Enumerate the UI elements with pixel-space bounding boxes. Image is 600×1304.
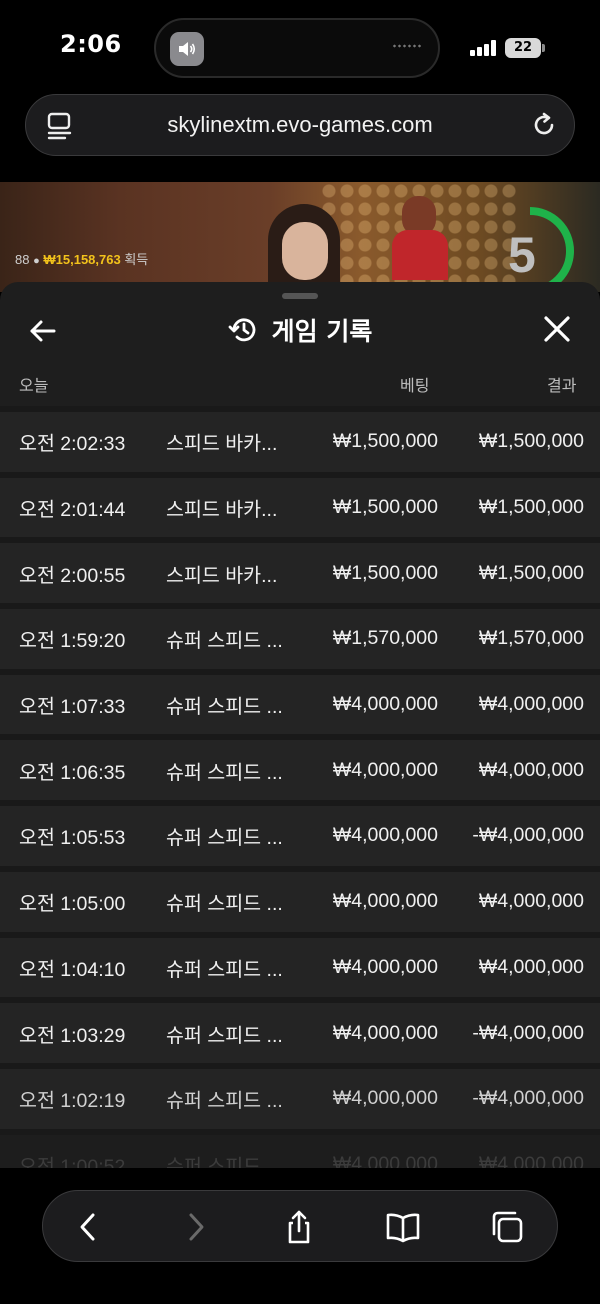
row-game: 스피드 바카...	[166, 433, 278, 456]
row-game: 슈퍼 스피드 ...	[166, 827, 283, 850]
row-result: ₩1,570,000	[478, 627, 584, 650]
video-info: 88 ● ₩15,158,763 획득	[15, 249, 148, 268]
winnings-label: 획득	[124, 252, 149, 267]
battery-tip	[542, 44, 545, 52]
row-result: ₩4,000,000	[478, 1152, 584, 1168]
row-bet: ₩4,000,000	[332, 693, 438, 716]
row-result: ₩1,500,000	[478, 561, 584, 584]
reload-icon[interactable]	[530, 111, 558, 139]
row-bet: ₩4,000,000	[332, 890, 438, 913]
speaker-icon	[170, 32, 204, 66]
row-bet: ₩4,000,000	[332, 955, 438, 978]
row-bet: ₩4,000,000	[332, 1152, 438, 1168]
row-bet: ₩4,000,000	[332, 1021, 438, 1044]
row-bet: ₩4,000,000	[332, 758, 438, 781]
row-time: 오전 1:05:00	[19, 893, 126, 916]
tabs-icon[interactable]	[489, 1209, 525, 1245]
signal-icon	[470, 40, 498, 56]
back-icon[interactable]	[71, 1209, 107, 1245]
row-time: 오전 1:59:20	[19, 630, 126, 653]
share-icon[interactable]	[281, 1209, 317, 1245]
history-row[interactable]: 오전 2:02:33 스피드 바카... ₩1,500,000 ₩1,500,0…	[0, 406, 600, 472]
battery-icon: 22	[505, 38, 541, 58]
history-row[interactable]: 오전 1:06:35 슈퍼 스피드 ... ₩4,000,000 ₩4,000,…	[0, 734, 600, 801]
row-result: ₩1,500,000	[478, 496, 584, 519]
row-bet: ₩1,500,000	[332, 430, 438, 453]
row-result: -₩4,000,000	[472, 1021, 584, 1044]
row-time: 오전 1:07:33	[19, 696, 126, 719]
bookmarks-icon[interactable]	[385, 1209, 421, 1245]
row-result: ₩4,000,000	[478, 890, 584, 913]
history-row[interactable]: 오전 1:00:52 슈퍼 스피드 ... ₩4,000,000 ₩4,000,…	[0, 1128, 600, 1168]
row-game: 스피드 바카...	[166, 564, 278, 587]
row-time: 오전 1:03:29	[19, 1024, 126, 1047]
row-game: 슈퍼 스피드 ...	[166, 761, 283, 784]
dealer-face	[282, 222, 328, 280]
history-row[interactable]: 오전 2:00:55 스피드 바카... ₩1,500,000 ₩1,500,0…	[0, 537, 600, 604]
column-header-bet: 베팅	[400, 376, 430, 395]
row-bet: ₩1,500,000	[332, 561, 438, 584]
history-icon	[228, 318, 256, 342]
dynamic-island	[154, 18, 440, 78]
row-time: 오전 2:02:33	[19, 433, 126, 456]
row-time: 오전 1:02:19	[19, 1090, 126, 1113]
player-count: 88	[15, 252, 30, 267]
history-row[interactable]: 오전 2:01:44 스피드 바카... ₩1,500,000 ₩1,500,0…	[0, 471, 600, 538]
activity-dots	[392, 44, 422, 48]
row-time: 오전 2:01:44	[19, 499, 126, 522]
column-header-date: 오늘	[19, 376, 49, 395]
status-time: 2:06	[60, 30, 122, 58]
row-time: 오전 1:00:52	[19, 1155, 126, 1168]
row-game: 슈퍼 스피드 ...	[166, 958, 283, 981]
status-bar: 2:06 22	[0, 0, 600, 92]
game-history-sheet: 게임 기록 오늘 베팅 결과 오전 2:02:33 스피드 바카... ₩1,5…	[0, 282, 600, 1168]
history-row[interactable]: 오전 1:59:20 슈퍼 스피드 ... ₩1,570,000 ₩1,570,…	[0, 603, 600, 669]
history-row[interactable]: 오전 1:04:10 슈퍼 스피드 ... ₩4,000,000 ₩4,000,…	[0, 931, 600, 998]
history-row[interactable]: 오전 1:03:29 슈퍼 스피드 ... ₩4,000,000 -₩4,000…	[0, 997, 600, 1063]
row-game: 슈퍼 스피드 ...	[166, 1090, 283, 1113]
row-result: ₩4,000,000	[478, 955, 584, 978]
history-row[interactable]: 오전 1:05:53 슈퍼 스피드 ... ₩4,000,000 -₩4,000…	[0, 800, 600, 866]
row-time: 오전 1:04:10	[19, 958, 126, 981]
row-bet: ₩4,000,000	[332, 1087, 438, 1110]
row-result: -₩4,000,000	[472, 1087, 584, 1110]
row-game: 스피드 바카...	[166, 499, 278, 522]
row-result: -₩4,000,000	[472, 824, 584, 847]
row-game: 슈퍼 스피드 ...	[166, 893, 283, 916]
row-game: 슈퍼 스피드 ...	[166, 1024, 283, 1047]
sheet-grabber[interactable]	[282, 293, 318, 299]
row-time: 오전 1:06:35	[19, 761, 126, 784]
row-game: 슈퍼 스피드 ...	[166, 630, 283, 653]
history-row[interactable]: 오전 1:05:00 슈퍼 스피드 ... ₩4,000,000 ₩4,000,…	[0, 865, 600, 932]
sheet-header: 게임 기록	[0, 312, 600, 348]
row-bet: ₩1,570,000	[332, 627, 438, 650]
browser-toolbar	[42, 1190, 558, 1262]
row-bet: ₩4,000,000	[332, 824, 438, 847]
row-time: 오전 2:00:55	[19, 564, 126, 587]
url-text[interactable]: skylinextm.evo-games.com	[26, 112, 574, 138]
winnings-amount: ₩15,158,763	[43, 252, 121, 267]
history-row[interactable]: 오전 1:07:33 슈퍼 스피드 ... ₩4,000,000 ₩4,000,…	[0, 668, 600, 735]
row-bet: ₩1,500,000	[332, 496, 438, 519]
second-dealer-body	[392, 230, 448, 280]
history-row[interactable]: 오전 1:02:19 슈퍼 스피드 ... ₩4,000,000 -₩4,000…	[0, 1062, 600, 1129]
close-icon[interactable]	[542, 314, 572, 344]
history-list: 오전 2:02:33 스피드 바카... ₩1,500,000 ₩1,500,0…	[0, 406, 600, 1168]
forward-icon[interactable]	[177, 1209, 213, 1245]
row-result: ₩4,000,000	[478, 758, 584, 781]
address-bar[interactable]: skylinextm.evo-games.com	[25, 94, 575, 156]
column-header-result: 결과	[547, 376, 577, 395]
row-game: 슈퍼 스피드 ...	[166, 1155, 283, 1168]
row-game: 슈퍼 스피드 ...	[166, 696, 283, 719]
row-result: ₩1,500,000	[478, 430, 584, 453]
page-title: 게임 기록	[271, 317, 373, 346]
person-icon: ●	[33, 255, 40, 267]
countdown-number: 5	[508, 227, 536, 283]
row-result: ₩4,000,000	[478, 693, 584, 716]
row-time: 오전 1:05:53	[19, 827, 126, 850]
